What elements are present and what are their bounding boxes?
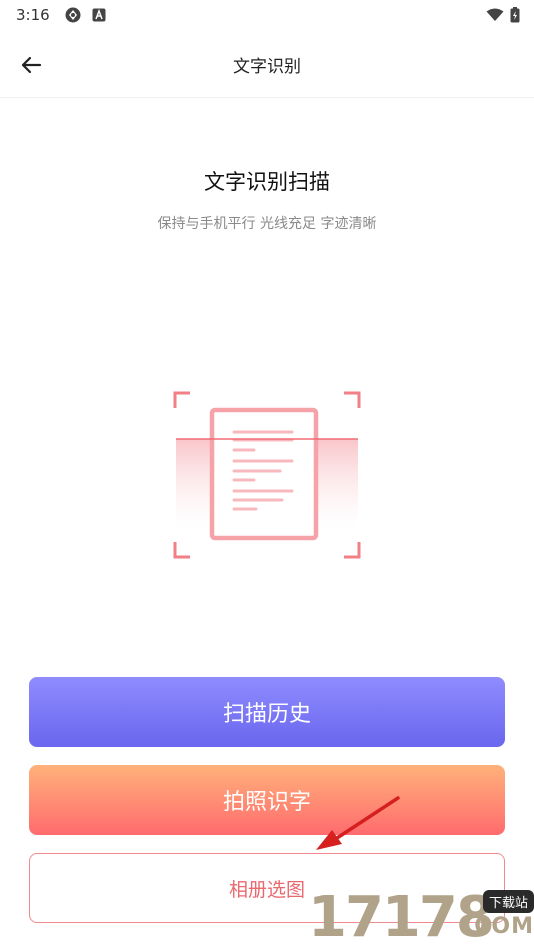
- watermark: 17178 下载站 .COM: [308, 886, 534, 950]
- page-title: 文字识别: [233, 57, 301, 77]
- wifi-icon: [486, 8, 504, 21]
- annotation-arrow-icon: [316, 796, 400, 850]
- scan-title: 文字识别扫描: [204, 170, 330, 194]
- document-scan-illustration: [173, 391, 361, 559]
- scan-history-button[interactable]: 扫描历史: [29, 677, 505, 747]
- status-left-icons: [64, 6, 106, 24]
- sync-icon: [65, 7, 81, 23]
- take-photo-button[interactable]: 拍照识字: [29, 765, 505, 835]
- a-badge-icon: [92, 8, 106, 22]
- status-time: 3:16: [16, 6, 50, 24]
- scan-subtitle: 保持与手机平行 光线充足 字迹清晰: [157, 216, 377, 232]
- battery-icon: [510, 7, 520, 23]
- watermark-com: .COM: [464, 914, 534, 939]
- status-right-icons: [486, 7, 520, 23]
- app-bar: 文字识别: [0, 30, 534, 98]
- document-shape: [209, 407, 319, 541]
- status-bar: 3:16: [0, 0, 534, 30]
- watermark-tag: 下载站: [482, 890, 534, 913]
